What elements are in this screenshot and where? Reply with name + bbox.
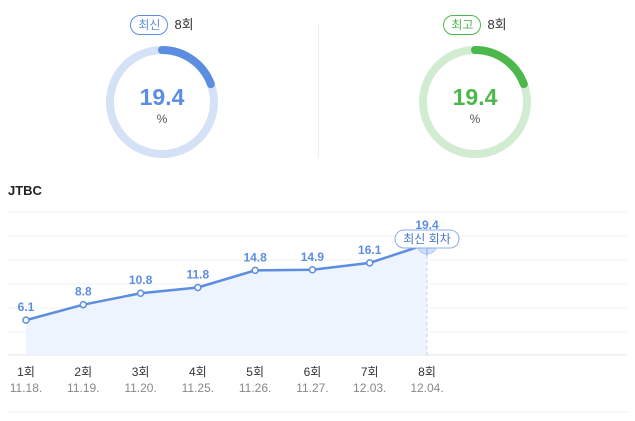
panel-divider (318, 24, 319, 158)
x-date-label: 11.19. (67, 381, 99, 395)
data-point (22, 316, 30, 324)
highest-unit: % (469, 112, 481, 126)
data-label: 10.8 (129, 273, 153, 287)
x-date-label: 11.25. (182, 381, 214, 395)
channel-label: JTBC (8, 183, 42, 198)
data-point (308, 266, 317, 274)
x-category-label: 1회 (17, 365, 35, 379)
data-label: 8.8 (75, 285, 92, 299)
latest-unit: % (156, 112, 168, 126)
x-category-label: 7회 (361, 365, 379, 379)
latest-badge: 최신 (130, 15, 169, 35)
latest-rating-panel: 최신 8회 19.4 % (12, 0, 312, 170)
x-category-label: 8회 (418, 365, 436, 379)
highest-donut: 19.4 % (417, 44, 533, 160)
data-label: 6.1 (18, 300, 35, 314)
x-date-label: 11.27. (296, 381, 328, 395)
x-date-label: 11.18. (10, 381, 42, 395)
x-date-label: 11.20. (124, 381, 156, 395)
x-date-label: 12.04. (410, 381, 443, 395)
x-category-label: 5회 (246, 365, 264, 379)
data-label: 11.8 (187, 268, 210, 282)
data-point (365, 259, 374, 267)
x-category-label: 4회 (189, 365, 207, 379)
data-label: 14.8 (243, 250, 267, 264)
latest-round: 8회 (174, 17, 194, 32)
x-date-label: 12.03. (353, 381, 386, 395)
highest-round: 8회 (487, 17, 507, 32)
highest-badge: 최고 (443, 15, 482, 35)
highest-value: 19.4 (452, 84, 498, 110)
data-label: 14.9 (301, 250, 325, 264)
data-label: 16.1 (358, 243, 382, 257)
x-category-label: 3회 (132, 365, 150, 379)
highest-rating-panel: 최고 8회 19.4 % (325, 0, 625, 170)
data-point (251, 266, 259, 275)
latest-header: 최신 8회 (12, 14, 312, 35)
latest-value: 19.4 (139, 84, 185, 110)
data-point (194, 283, 202, 292)
latest-donut: 19.4 % (104, 44, 220, 160)
x-category-label: 6회 (304, 365, 322, 379)
annotation-label: 최신 회차 (403, 232, 451, 246)
x-category-label: 2회 (74, 365, 92, 379)
ratings-line-chart: 6.1 1회 11.18. 8.8 2회 11.19. 10.8 3회 11.20. 11.8 4회… (8, 211, 627, 413)
data-point (79, 300, 88, 309)
data-point (136, 289, 145, 297)
highest-header: 최고 8회 (325, 14, 625, 35)
x-date-label: 11.26. (239, 381, 271, 395)
